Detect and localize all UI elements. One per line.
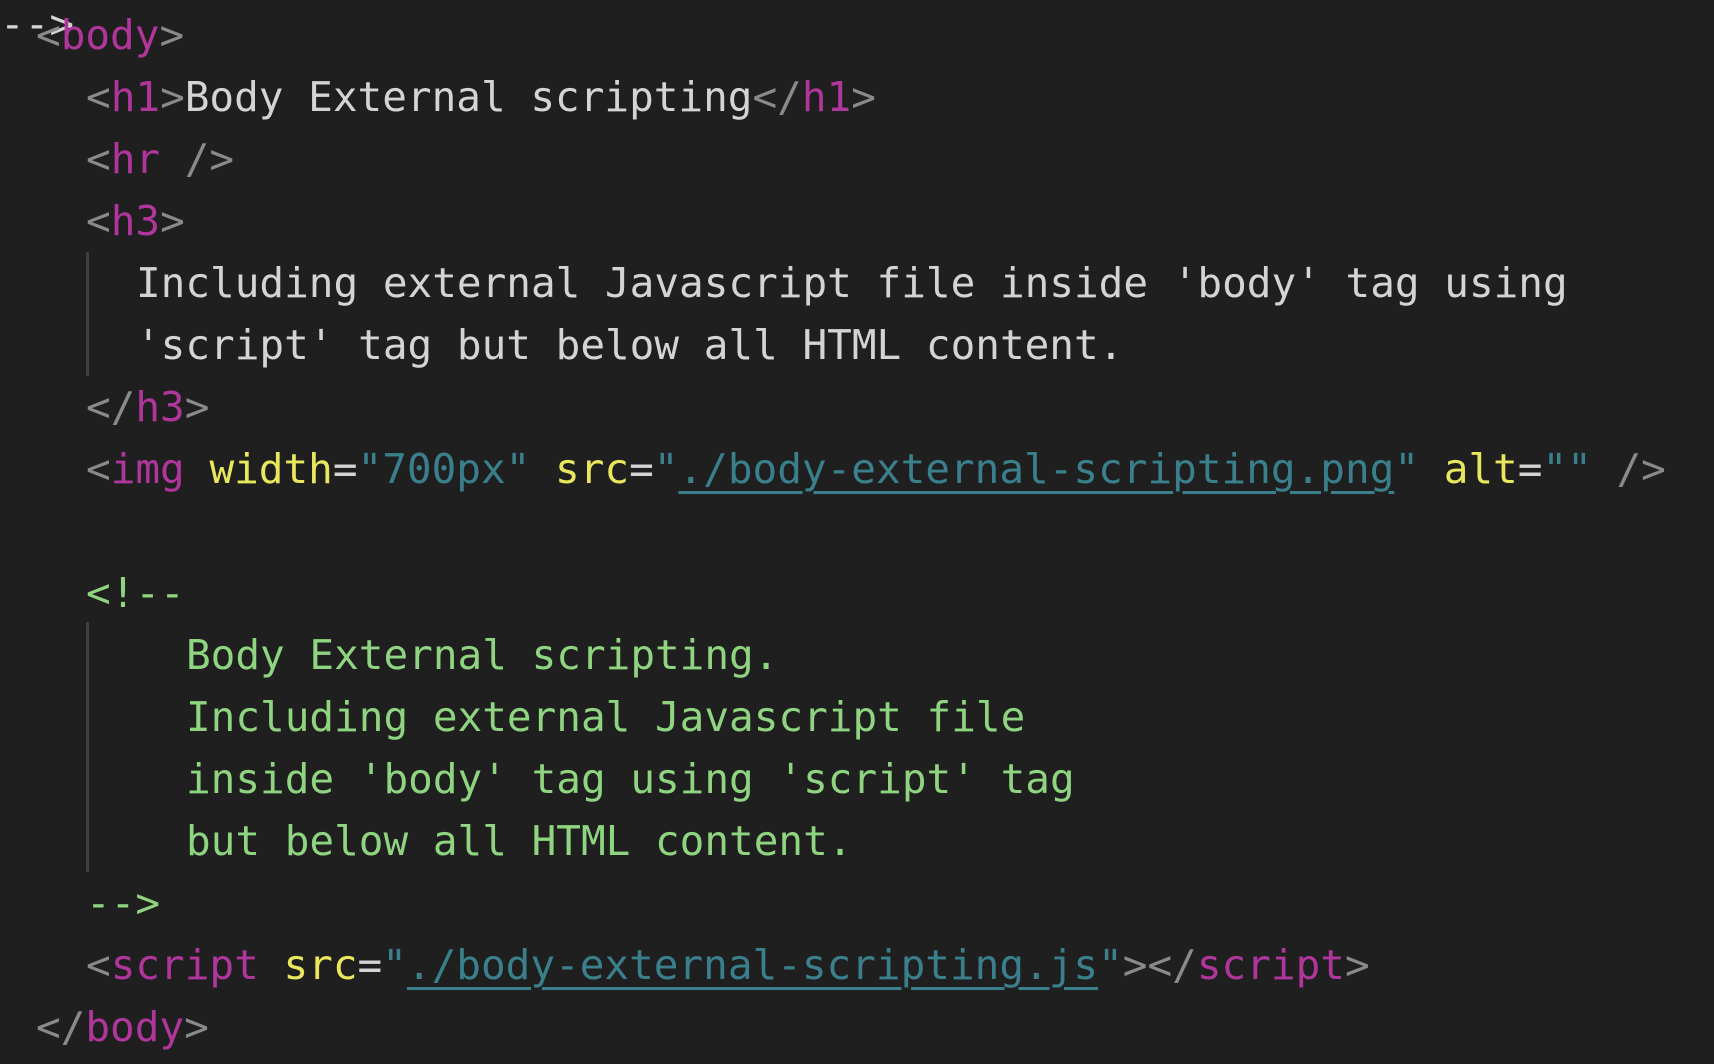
bracket: </	[36, 1003, 86, 1051]
tag-name: body	[85, 1003, 185, 1051]
code-line-h3-open[interactable]: <h3>	[86, 190, 185, 252]
equals: =	[332, 445, 358, 493]
code-line-body-close[interactable]: </body>	[36, 996, 209, 1058]
equals: =	[357, 941, 383, 989]
tag-name: hr	[110, 135, 161, 183]
script-src-link[interactable]: ./body-external-scripting.js	[407, 941, 1098, 989]
tag-name: h3	[135, 383, 185, 431]
quote: "	[1542, 445, 1568, 493]
bracket: >	[1344, 941, 1370, 989]
tag-name: script	[110, 941, 259, 989]
h1-text: Body External scripting	[184, 73, 753, 121]
bracket: >	[160, 73, 185, 121]
attr-name: alt	[1443, 445, 1518, 493]
code-line-img[interactable]: <img width="700px" src="./body-external-…	[86, 438, 1666, 500]
tag-name: img	[110, 445, 185, 493]
quote: "	[653, 445, 679, 493]
quote: "	[382, 941, 407, 989]
quote: "	[1567, 445, 1592, 493]
quote: "	[505, 445, 531, 493]
tag-name: h3	[110, 197, 161, 245]
attr-name: width	[209, 445, 333, 493]
code-line-comment-4[interactable]: but below all HTML content.	[186, 810, 852, 872]
bracket: <	[86, 73, 111, 121]
code-line-h3-text-1[interactable]: Including external Javascript file insid…	[136, 252, 1568, 314]
tag-name: h1	[110, 73, 161, 121]
bracket: ></	[1122, 941, 1197, 989]
tag-name: script	[1196, 941, 1345, 989]
code-line-comment-1[interactable]: Body External scripting.	[186, 624, 778, 686]
code-line-comment-close[interactable]: -->	[86, 872, 160, 934]
code-editor[interactable]: <body> <h1>Body External scripting</h1> …	[0, 0, 1714, 1064]
indent-guide-comment	[86, 622, 89, 872]
bracket: </	[86, 383, 136, 431]
code-line-h3-close[interactable]: </h3>	[86, 376, 209, 438]
quote: "	[1098, 941, 1123, 989]
indent-guide-h3	[86, 252, 89, 376]
bracket: <	[86, 197, 111, 245]
code-line-comment-3[interactable]: inside 'body' tag using 'script' tag	[186, 748, 1075, 810]
equals: =	[1517, 445, 1543, 493]
tag-name: body	[60, 11, 160, 59]
quote: "	[1394, 445, 1419, 493]
code-line-body-open[interactable]: <body>	[36, 4, 184, 66]
bracket: />	[1591, 445, 1666, 493]
code-line-comment-2[interactable]: Including external Javascript file	[186, 686, 1025, 748]
code-line-comment-open[interactable]: <!--	[86, 562, 185, 624]
bracket: <	[86, 135, 111, 183]
attr-value: 700px	[382, 445, 506, 493]
bracket: </	[752, 73, 802, 121]
bracket: />	[160, 135, 235, 183]
code-line-hr[interactable]: <hr />	[86, 128, 234, 190]
bracket: >	[184, 383, 210, 431]
code-line-h1[interactable]: <h1>Body External scripting</h1>	[86, 66, 876, 128]
bracket: >	[851, 73, 876, 121]
code-line-script[interactable]: <script src="./body-external-scripting.j…	[86, 934, 1370, 996]
code-line-h3-text-2[interactable]: 'script' tag but below all HTML content.	[136, 314, 1123, 376]
attr-name: src	[283, 941, 358, 989]
bracket: <	[86, 941, 111, 989]
bracket: <	[36, 11, 61, 59]
tag-name: h1	[801, 73, 852, 121]
bracket: >	[160, 197, 185, 245]
bracket: >	[159, 11, 185, 59]
equals: =	[629, 445, 654, 493]
bracket: >	[184, 1003, 209, 1051]
img-src-link[interactable]: ./body-external-scripting.png	[678, 445, 1394, 493]
quote: "	[357, 445, 383, 493]
attr-name: src	[555, 445, 630, 493]
bracket: <	[86, 445, 111, 493]
